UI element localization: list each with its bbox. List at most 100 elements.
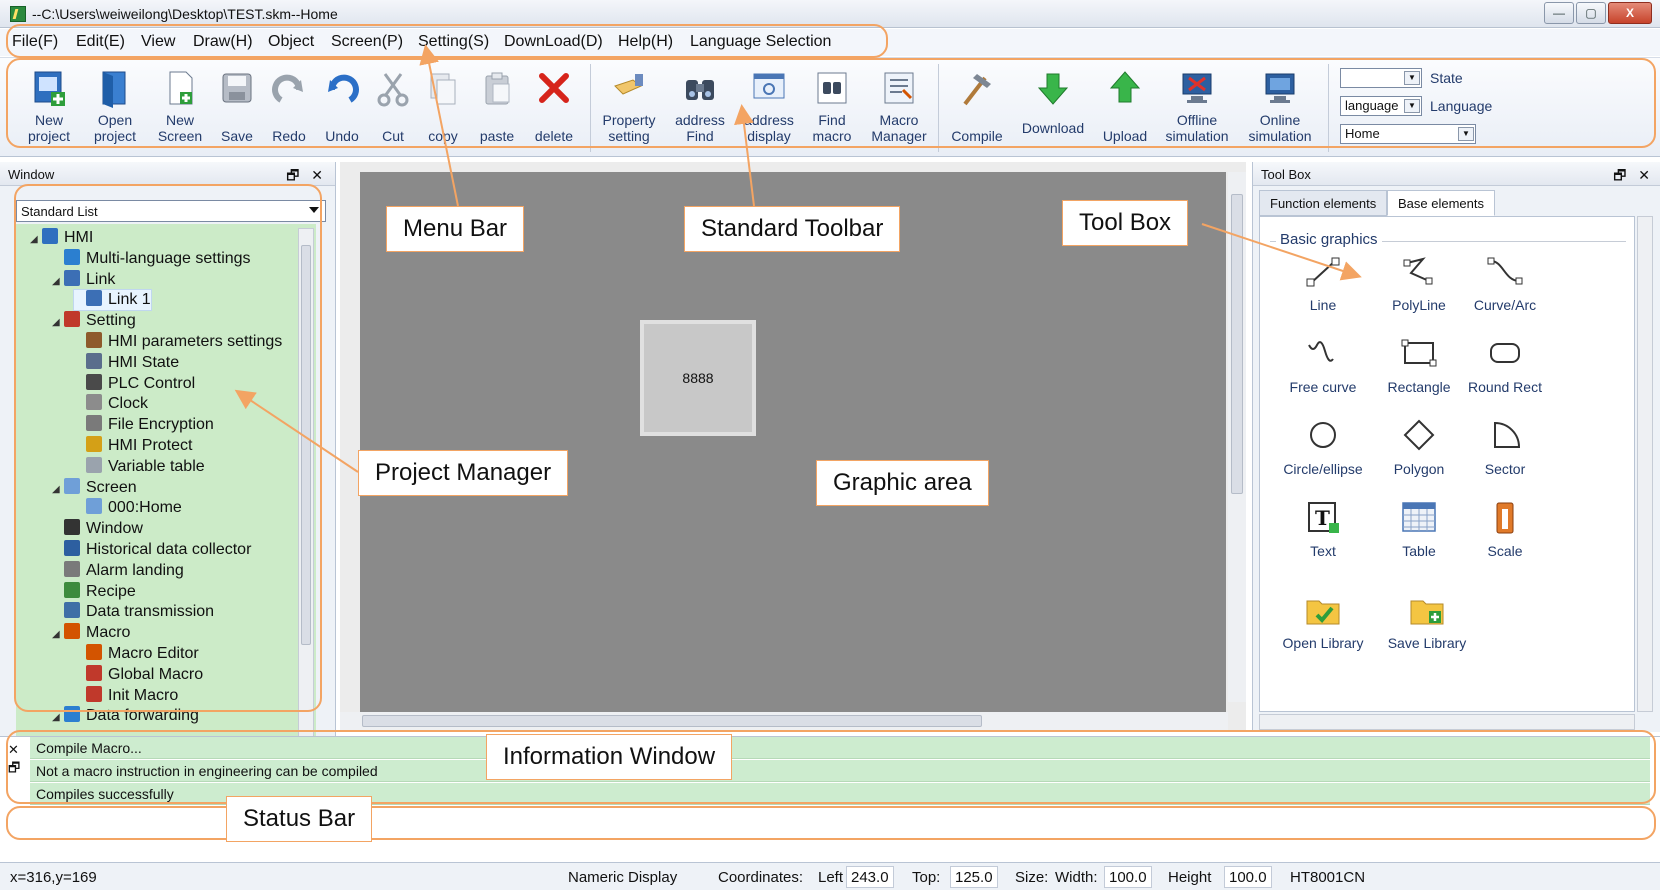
scrollbar-thumb[interactable] bbox=[362, 715, 982, 727]
circle-ellipse-tool[interactable]: Circle/ellipse bbox=[1274, 417, 1372, 489]
address-find-button[interactable]: address Find bbox=[663, 68, 737, 154]
close-button[interactable]: X bbox=[1608, 2, 1652, 24]
clock-icon bbox=[86, 394, 102, 411]
scale-tool[interactable]: Scale bbox=[1456, 499, 1554, 571]
canvas-horizontal-scrollbar[interactable] bbox=[340, 712, 1228, 730]
tree-item[interactable]: HMI State bbox=[74, 352, 179, 373]
tree-expand-icon[interactable]: ◢ bbox=[52, 317, 64, 328]
text-tool[interactable]: T Text bbox=[1274, 499, 1372, 571]
sector-tool[interactable]: Sector bbox=[1456, 417, 1554, 489]
panel-pin-close-icon[interactable]: 🗗 ✕ bbox=[1613, 165, 1654, 189]
tab-function-elements[interactable]: Function elements bbox=[1259, 190, 1388, 216]
tool-label: Open Library bbox=[1282, 635, 1364, 651]
tree-item[interactable]: Recipe bbox=[52, 581, 136, 602]
tree-item[interactable]: Global Macro bbox=[74, 664, 203, 685]
toolbox-horizontal-scrollbar[interactable] bbox=[1259, 714, 1635, 730]
polygon-tool[interactable]: Polygon bbox=[1370, 417, 1468, 489]
tree-item[interactable]: Data transmission bbox=[52, 602, 214, 622]
offline-simulation-button[interactable]: Offline simulation bbox=[1160, 68, 1234, 154]
left-value: 243.0 bbox=[846, 866, 894, 888]
height-label: Height bbox=[1168, 869, 1212, 886]
screen-canvas[interactable]: 8888 bbox=[360, 172, 1226, 720]
tree-item[interactable]: PLC Control bbox=[74, 373, 195, 394]
tree-item[interactable]: Variable table bbox=[74, 456, 205, 477]
numeric-display-object[interactable]: 8888 bbox=[640, 320, 756, 436]
compile-button[interactable]: Compile bbox=[940, 68, 1014, 154]
table-tool[interactable]: Table bbox=[1370, 499, 1468, 571]
curve-arc-tool[interactable]: Curve/Arc bbox=[1456, 253, 1554, 325]
close-icon[interactable]: ✕ bbox=[8, 741, 20, 759]
menu-view[interactable]: View bbox=[141, 33, 175, 51]
menu-download[interactable]: DownLoad(D) bbox=[504, 33, 603, 51]
menu-screen[interactable]: Screen(P) bbox=[331, 33, 403, 51]
rectangle-tool[interactable]: Rectangle bbox=[1370, 335, 1468, 407]
find-macro-button[interactable]: Find macro bbox=[795, 68, 869, 154]
save-library-tool[interactable]: Save Library bbox=[1378, 591, 1476, 663]
tree-expand-icon[interactable]: ◢ bbox=[52, 629, 64, 640]
tree-expand-icon[interactable]: ◢ bbox=[52, 484, 64, 495]
state-select[interactable]: ▼ bbox=[1340, 68, 1422, 88]
address-find-icon bbox=[686, 80, 714, 100]
tree-item[interactable]: ◢ Setting bbox=[52, 311, 136, 331]
chevron-down-icon bbox=[309, 207, 319, 213]
menu-language-selection[interactable]: Language Selection bbox=[690, 33, 831, 51]
tree-item[interactable]: HMI Protect bbox=[74, 436, 192, 456]
menu-setting[interactable]: Setting(S) bbox=[418, 33, 489, 51]
tree-item[interactable]: Window bbox=[52, 519, 143, 539]
delete-button[interactable]: delete bbox=[517, 68, 591, 154]
tree-item[interactable]: File Encryption bbox=[74, 415, 214, 435]
menu-help[interactable]: Help(H) bbox=[618, 33, 673, 51]
tree-item[interactable]: Macro Editor bbox=[74, 644, 199, 664]
alarm-icon bbox=[64, 560, 80, 577]
info-line: Compile Macro... bbox=[30, 737, 1650, 759]
minimize-button[interactable]: — bbox=[1544, 2, 1574, 24]
tree-item[interactable]: 000:Home bbox=[74, 498, 182, 518]
online-simulation-button[interactable]: Online simulation bbox=[1243, 68, 1317, 154]
tree-item[interactable]: Multi-language settings bbox=[52, 248, 251, 269]
download-button[interactable]: Download bbox=[1016, 68, 1090, 154]
new-project-button[interactable]: New project bbox=[12, 68, 86, 154]
tree-item[interactable]: ◢ Link bbox=[52, 269, 115, 290]
language-select[interactable]: language ▼ bbox=[1340, 96, 1422, 116]
round-rect-tool[interactable]: Round Rect bbox=[1456, 335, 1554, 407]
tree-item[interactable]: ◢ HMI bbox=[30, 228, 93, 248]
scrollbar-thumb[interactable] bbox=[1231, 194, 1243, 494]
tree-expand-icon[interactable]: ◢ bbox=[52, 276, 64, 287]
tree-item-label: Macro Editor bbox=[108, 645, 199, 662]
scrollbar-thumb[interactable] bbox=[301, 245, 311, 645]
tree-item[interactable]: Link 1 bbox=[73, 289, 152, 312]
tree-expand-icon[interactable]: ◢ bbox=[30, 234, 42, 245]
open-project-button[interactable]: Open project bbox=[78, 68, 152, 154]
toolbox-vertical-scrollbar[interactable] bbox=[1637, 216, 1653, 712]
float-icon[interactable]: 🗗 bbox=[8, 759, 20, 777]
tree-scrollbar[interactable] bbox=[298, 228, 314, 748]
canvas-vertical-scrollbar[interactable] bbox=[1228, 172, 1246, 702]
menu-file[interactable]: File(F) bbox=[12, 33, 58, 51]
tree-item[interactable]: Init Macro bbox=[74, 685, 178, 706]
panel-pin-close-icon[interactable]: 🗗 ✕ bbox=[286, 165, 327, 189]
tree-item[interactable]: ◢ Screen bbox=[52, 477, 137, 498]
tree-item[interactable]: ◢ Macro bbox=[52, 623, 130, 643]
line-tool[interactable]: Line bbox=[1274, 253, 1372, 325]
macro-icon bbox=[64, 623, 80, 640]
menu-object[interactable]: Object bbox=[268, 33, 314, 51]
tab-base-elements[interactable]: Base elements bbox=[1387, 190, 1495, 216]
tree-item[interactable]: Clock bbox=[74, 394, 148, 414]
open-library-tool[interactable]: Open Library bbox=[1274, 591, 1372, 663]
tree-expand-icon[interactable]: ◢ bbox=[52, 712, 64, 723]
list-mode-select[interactable]: Standard List bbox=[16, 200, 326, 222]
tree-item[interactable]: ◢ Data forwarding bbox=[52, 706, 199, 726]
free-curve-tool[interactable]: Free curve bbox=[1274, 335, 1372, 407]
polyline-tool[interactable]: PolyLine bbox=[1370, 253, 1468, 325]
menu-edit[interactable]: Edit(E) bbox=[76, 33, 125, 51]
line-icon bbox=[1306, 257, 1340, 287]
menu-draw[interactable]: Draw(H) bbox=[193, 33, 253, 51]
macro-manager-button[interactable]: Macro Manager bbox=[862, 68, 936, 154]
upload-button[interactable]: Upload bbox=[1088, 68, 1162, 154]
tree-item[interactable]: Alarm landing bbox=[52, 560, 184, 581]
tree-item[interactable]: HMI parameters settings bbox=[74, 332, 282, 352]
property-setting-button[interactable]: Property setting bbox=[592, 68, 666, 154]
screen-select[interactable]: Home ▼ bbox=[1340, 124, 1476, 144]
maximize-button[interactable]: ▢ bbox=[1576, 2, 1606, 24]
tree-item[interactable]: Historical data collector bbox=[52, 540, 251, 560]
